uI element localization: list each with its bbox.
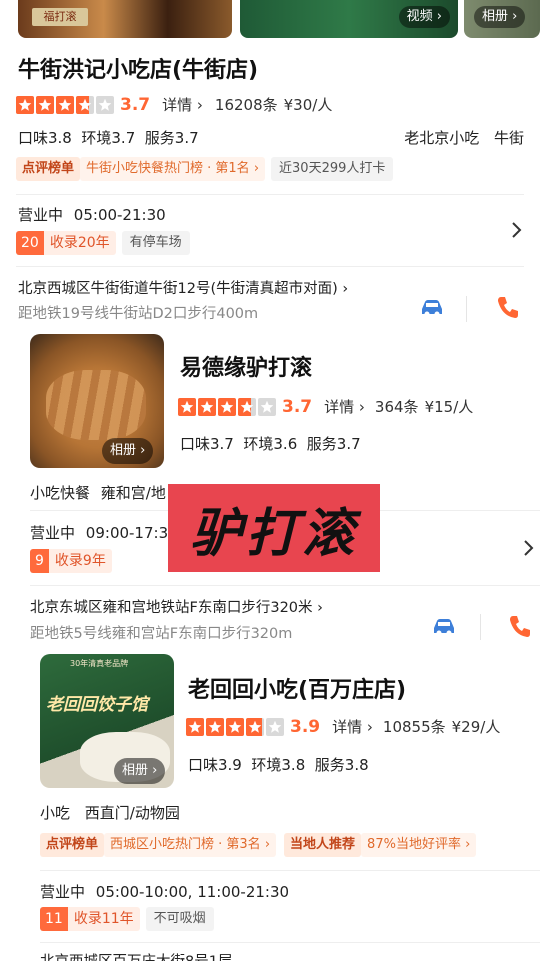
- local-text: 87%当地好评率 ›: [361, 833, 477, 857]
- phone-icon[interactable]: [494, 293, 522, 321]
- metro-distance: 距地铁5号线雍和宫站F东南口步行320m: [30, 626, 293, 642]
- phone-icon[interactable]: [506, 612, 534, 640]
- rank-badge[interactable]: 点评榜单 牛街小吃快餐热门榜 · 第1名 ›: [16, 157, 266, 181]
- rank-label: 点评榜单: [16, 157, 81, 181]
- star-icon: [178, 397, 196, 416]
- local-recommend-badge[interactable]: 当地人推荐 87%当地好评率 ›: [284, 833, 477, 857]
- category: 老北京小吃: [404, 129, 480, 147]
- no-smoking-tag: 不可吸烟: [145, 907, 214, 931]
- price-per-person: ¥30/人: [283, 96, 333, 114]
- review-count: 364条: [374, 398, 419, 416]
- chevron-right-icon: ›: [432, 9, 442, 24]
- checkin-tag: 近30天299人打卡: [271, 157, 394, 181]
- star-icon: [56, 95, 74, 114]
- rank-label: 点评榜单: [40, 833, 105, 857]
- star-icon: [226, 717, 244, 736]
- overlay-banner: 驴打滚: [168, 484, 380, 572]
- open-status: 营业中: [18, 206, 64, 224]
- rank-text: 西城区小吃热门榜 · 第3名 ›: [104, 833, 277, 857]
- top-photo-2[interactable]: 视频 ›: [240, 0, 458, 38]
- star-icon: [16, 95, 34, 114]
- sub-scores: 口味3.9 环境3.8 服务3.8: [188, 756, 369, 774]
- divider: [16, 194, 524, 195]
- star-icon: [186, 717, 204, 736]
- shop-name[interactable]: 牛街洪记小吃店(牛街店): [18, 52, 258, 84]
- chevron-right-icon[interactable]: [510, 220, 524, 240]
- years-badge: 11 收录11年: [40, 907, 140, 931]
- detail-link[interactable]: 详情 ›: [324, 396, 365, 417]
- star-rating: [178, 397, 276, 416]
- area: 牛街: [493, 129, 524, 147]
- area: 西直门/动物园: [84, 804, 180, 822]
- divider: [40, 942, 540, 943]
- detail-link[interactable]: 详情 ›: [332, 716, 373, 737]
- years-badge: 9 收录9年: [30, 549, 112, 573]
- address[interactable]: 北京西城区百万庄大街8号1层: [40, 950, 232, 961]
- parking-tag: 有停车场: [121, 231, 190, 255]
- local-label: 当地人推荐: [284, 833, 362, 857]
- sub-scores: 口味3.8 环境3.7 服务3.7: [18, 129, 199, 147]
- rank-badge[interactable]: 点评榜单 西城区小吃热门榜 · 第3名 ›: [40, 833, 277, 857]
- years-badge: 20 收录20年: [16, 231, 116, 255]
- divider: [30, 585, 540, 586]
- album-button[interactable]: 相册 ›: [102, 438, 154, 464]
- divider: [466, 296, 467, 322]
- review-count: 10855条: [382, 718, 446, 736]
- shop-name[interactable]: 易德缘驴打滚: [180, 350, 312, 382]
- business-hours: 05:00-21:30: [73, 206, 166, 224]
- business-hours: 05:00-10:00, 11:00-21:30: [95, 883, 290, 901]
- metro-distance: 距地铁19号线牛街站D2口步行400m: [18, 306, 259, 322]
- divider: [16, 266, 524, 267]
- album-button[interactable]: 相册 ›: [114, 758, 166, 784]
- rating-score: 3.7: [282, 396, 313, 417]
- business-hours: 09:00-17:3: [85, 524, 169, 542]
- star-rating: [186, 717, 284, 736]
- star-icon: [206, 717, 224, 736]
- divider: [480, 614, 481, 640]
- car-icon[interactable]: [430, 612, 458, 640]
- star-icon: [218, 397, 236, 416]
- address[interactable]: 北京东城区雍和宫地铁站F东南口步行320米 ›: [30, 596, 323, 617]
- star-icon: [258, 397, 276, 416]
- photo-sign: 老回回饺子馆: [46, 695, 148, 715]
- shop-photo[interactable]: 30年清真老品牌 老回回饺子馆 相册 ›: [40, 654, 174, 788]
- price-per-person: ¥15/人: [424, 398, 474, 416]
- car-icon[interactable]: [418, 293, 446, 321]
- divider: [40, 870, 540, 871]
- shop-photo[interactable]: 相册 ›: [30, 334, 164, 468]
- rating-score: 3.7: [120, 94, 151, 115]
- top-photo-3[interactable]: 相册 ›: [464, 0, 540, 38]
- area: 雍和宫/地: [100, 484, 166, 502]
- top-photo-1[interactable]: 福打滚: [18, 0, 232, 38]
- star-icon: [238, 397, 256, 416]
- rank-text: 牛街小吃快餐热门榜 · 第1名 ›: [80, 157, 266, 181]
- rating-score: 3.9: [290, 716, 321, 737]
- star-icon: [246, 717, 264, 736]
- star-icon: [96, 95, 114, 114]
- star-rating: [16, 95, 114, 114]
- star-icon: [76, 95, 94, 114]
- price-per-person: ¥29/人: [451, 718, 501, 736]
- category: 小吃: [40, 804, 71, 822]
- star-icon: [198, 397, 216, 416]
- photo-caption: 30年清真老品牌: [70, 659, 129, 668]
- shop-sign: 福打滚: [32, 8, 88, 26]
- overlay-banner-text: 驴打滚: [189, 502, 358, 564]
- chevron-right-icon: ›: [508, 9, 518, 24]
- shop-name[interactable]: 老回回小吃(百万庄店): [188, 672, 406, 704]
- star-icon: [36, 95, 54, 114]
- review-count: 16208条: [214, 96, 278, 114]
- sub-scores: 口味3.7 环境3.6 服务3.7: [180, 435, 361, 453]
- open-status: 营业中: [40, 883, 86, 901]
- chevron-right-icon[interactable]: [522, 538, 536, 558]
- video-button[interactable]: 视频 ›: [398, 6, 450, 28]
- address[interactable]: 北京西城区牛街街道牛街12号(牛街清真超市对面) ›: [18, 277, 348, 298]
- album-button[interactable]: 相册 ›: [474, 6, 526, 28]
- star-icon: [266, 717, 284, 736]
- open-status: 营业中: [30, 524, 76, 542]
- detail-link[interactable]: 详情 ›: [162, 94, 203, 115]
- category: 小吃快餐: [30, 484, 91, 502]
